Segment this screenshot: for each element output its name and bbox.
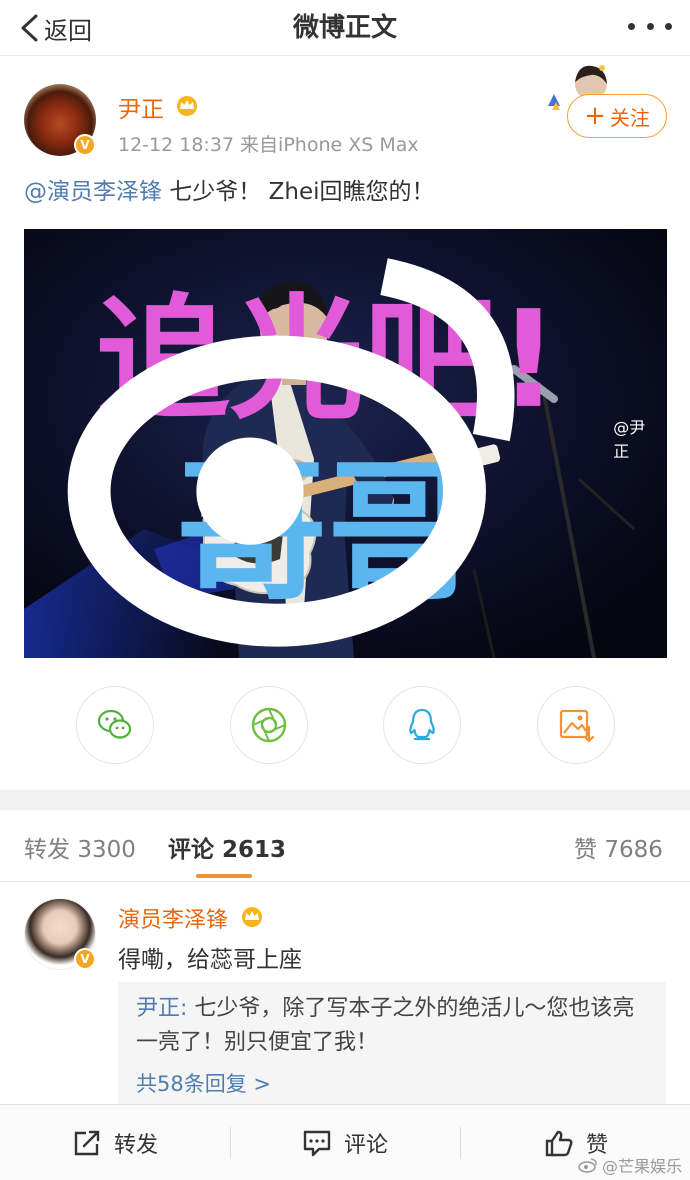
post-text: 七少爷！ Zhei回瞧您的！: [162, 179, 435, 205]
verified-badge-icon: V: [74, 948, 96, 970]
tab-like[interactable]: 赞 7686: [574, 830, 663, 864]
toolbar-divider: [460, 1127, 461, 1159]
tab-like-count: 7686: [604, 837, 663, 863]
post-meta: 12-12 18:37 来自iPhone XS Max: [118, 134, 419, 156]
commenter-name[interactable]: 演员李泽锋: [118, 902, 228, 934]
crown-icon: [242, 907, 262, 927]
repost-label: 转发: [114, 1133, 159, 1158]
post-body: @演员李泽锋 七少爷！ Zhei回瞧您的！: [24, 174, 435, 210]
page-title: 微博正文: [292, 13, 397, 43]
follow-label: 关注: [609, 105, 650, 130]
photo-watermark-text: @尹正: [613, 417, 646, 461]
comment-label: 评论: [344, 1133, 389, 1158]
share-wechat-button[interactable]: [76, 686, 154, 764]
comment-text: 得嘞，给蕊哥上座: [118, 947, 302, 973]
photo-watermark: @尹正: [24, 229, 659, 652]
verified-badge-icon: V: [74, 134, 96, 156]
reply-content: 尹正: 七少爷，除了写本子之外的绝活儿～您也该亮一亮了！别只便宜了我！: [136, 992, 648, 1060]
share-qq-button[interactable]: [383, 686, 461, 764]
mention-link[interactable]: @演员李泽锋: [24, 179, 162, 205]
source-watermark-text: @芒果娱乐: [601, 1157, 682, 1176]
comment-icon: [303, 1130, 331, 1157]
active-tab-indicator: [196, 874, 252, 878]
repost-button[interactable]: 转发: [72, 1105, 158, 1180]
tab-like-label: 赞: [574, 837, 597, 863]
moments-icon: [251, 707, 287, 743]
share-row: [0, 686, 690, 766]
reply-text: 七少爷，除了写本子之外的绝活儿～您也该亮一亮了！别只便宜了我！: [136, 996, 635, 1055]
more-replies-link[interactable]: 共58条回复 >: [136, 1068, 648, 1098]
weibo-logo-icon: [578, 1158, 597, 1173]
tab-repost[interactable]: 转发 3300: [24, 830, 136, 864]
qq-icon: [409, 708, 435, 741]
share-moments-button[interactable]: [230, 686, 308, 764]
comment-button[interactable]: 评论: [302, 1105, 388, 1180]
post-image[interactable]: 追光吧! 哥哥 @尹正: [24, 229, 667, 658]
crown-icon: [177, 96, 197, 116]
top-nav-bar: 返回 微博正文: [0, 0, 690, 56]
tab-repost-label: 转发: [24, 837, 70, 863]
save-image-button[interactable]: [537, 686, 615, 764]
wechat-icon: [97, 709, 132, 739]
save-image-icon: [559, 709, 595, 743]
author-name[interactable]: 尹正: [118, 90, 164, 124]
post-author-header: V 尹正 12-12 18:37 来自iPhone XS Max + 关注: [24, 65, 667, 164]
thumbs-up-icon: [545, 1130, 573, 1157]
repost-icon: [74, 1130, 100, 1156]
plus-icon: +: [584, 101, 606, 131]
weibo-logo-icon: [67, 258, 515, 647]
tab-comment-label: 评论: [168, 837, 214, 863]
more-options-icon[interactable]: [628, 16, 672, 36]
bottom-toolbar: 转发 评论 赞 @芒果娱乐: [0, 1104, 690, 1180]
tab-repost-count: 3300: [77, 837, 136, 863]
follow-button[interactable]: + 关注: [567, 94, 667, 138]
source-watermark: @芒果娱乐: [578, 1153, 682, 1177]
section-divider: [0, 790, 690, 810]
comment-item: V 演员李泽锋 得嘞，给蕊哥上座 尹正: 七少爷，除了写本子之外的绝活儿～您也该…: [24, 898, 666, 1108]
interaction-tabs: 转发 3300 评论 2613 赞 7686: [0, 810, 690, 882]
toolbar-divider: [230, 1127, 231, 1159]
tab-comment-count: 2613: [222, 837, 287, 863]
reply-author[interactable]: 尹正:: [136, 996, 187, 1021]
tab-comment[interactable]: 评论 2613: [168, 830, 286, 864]
reply-preview[interactable]: 尹正: 七少爷，除了写本子之外的绝活儿～您也该亮一亮了！别只便宜了我！ 共58条…: [118, 982, 666, 1106]
